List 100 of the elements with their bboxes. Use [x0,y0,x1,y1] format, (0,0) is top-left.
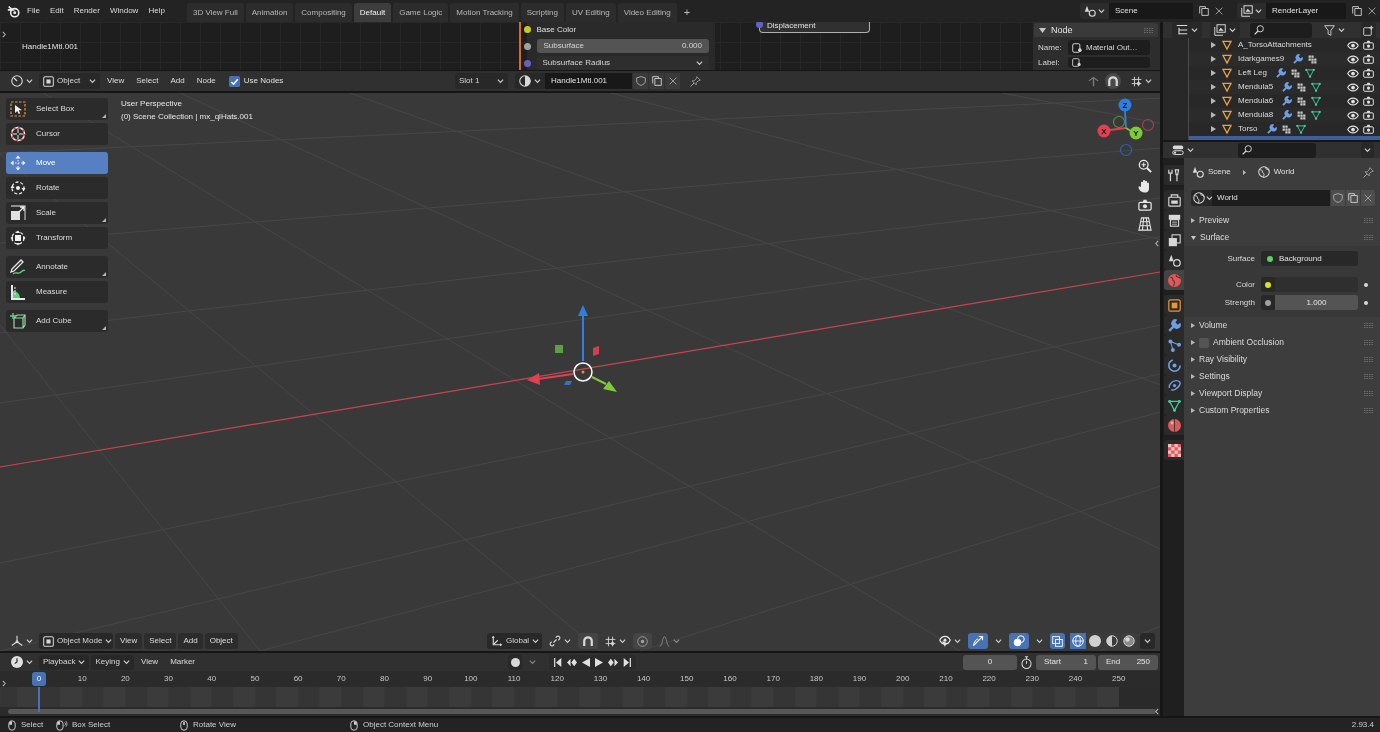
outliner-row[interactable]: Left Leg [1189,66,1380,80]
shading-mode-button[interactable] [1121,633,1137,649]
orientation-dropdown[interactable]: Global [487,633,542,649]
browse-button[interactable] [515,73,545,89]
browse-button[interactable] [1237,3,1266,19]
search-field[interactable] [1238,142,1316,158]
transform-gizmo[interactable] [527,305,617,392]
view-layer-field[interactable]: RenderLayer [1266,3,1346,19]
menu-item[interactable]: Window [104,2,144,20]
properties-tab[interactable] [1164,230,1184,250]
camera-icon[interactable] [1363,54,1374,64]
triangle-right-icon[interactable] [1211,84,1216,90]
object-type-dropdown[interactable]: Object [39,73,100,89]
browse-button[interactable] [1080,3,1109,19]
scene-field[interactable]: Scene [1109,3,1193,19]
workspace-tab[interactable]: Animation [245,3,294,22]
menu-item[interactable]: Select [131,73,164,89]
tool-button[interactable]: Annotate [6,256,108,278]
logo-icon[interactable] [7,4,20,18]
panel-title[interactable]: Ray Visibility [1199,355,1248,364]
close-icon[interactable] [1368,7,1376,15]
label-field[interactable] [1068,57,1150,68]
properties-tab[interactable] [1164,250,1184,270]
number-field[interactable]: 1.000 [1275,295,1358,310]
unlink-button[interactable] [665,73,680,89]
panel-title[interactable]: Settings [1199,372,1230,381]
menu-item[interactable]: Help [143,2,170,20]
panel-title[interactable]: Custom Properties [1199,406,1270,415]
menu-dropdown[interactable]: Playback [39,654,90,670]
triangle-right-icon[interactable] [1211,112,1216,118]
menu-item[interactable]: Select [144,633,177,649]
play-reverse-icon[interactable] [582,657,590,667]
shader-link-field[interactable]: Background [1261,251,1358,266]
triangle-right-icon[interactable] [1211,126,1216,132]
shading-mode-button[interactable] [1104,633,1120,649]
checkbox[interactable] [228,75,240,87]
properties-tab[interactable] [1164,295,1184,315]
proportional-editing-toggle[interactable] [633,633,652,649]
skip-end-icon[interactable] [623,657,631,667]
outliner-row[interactable]: A_TorsoAttachments [1189,38,1380,52]
triangle-right-icon[interactable] [1211,42,1216,48]
camera-icon[interactable] [1363,96,1374,106]
browse-button[interactable] [1191,190,1212,206]
shading-mode-button[interactable] [1070,633,1086,649]
menu-item[interactable]: Render [68,2,105,20]
keyframe-next-icon[interactable] [608,657,618,667]
panel-title[interactable]: Viewport Display [1199,389,1263,398]
shading-mode-button[interactable] [1087,633,1103,649]
tool-button[interactable]: Select Box [6,98,108,120]
menu-item[interactable]: View [102,73,130,89]
camera-icon[interactable] [1363,82,1374,92]
fake-user-button[interactable] [1331,190,1345,206]
duplicate-button[interactable] [649,73,664,89]
tool-button[interactable]: Move [6,152,108,174]
eye-icon[interactable] [1347,96,1359,106]
grid-icon[interactable] [1138,217,1152,231]
outliner-row[interactable]: Mendula6 [1189,94,1380,108]
camera-icon[interactable] [1363,110,1374,120]
workspace-tab[interactable]: Scripting [520,3,564,22]
menu-item[interactable]: File [22,2,45,20]
search-field[interactable] [1250,22,1312,38]
properties-tab[interactable] [1164,210,1184,230]
menu-item[interactable]: View [115,633,143,649]
display-mode-dropdown[interactable] [1172,22,1202,38]
zoom-icon[interactable] [1138,159,1152,173]
arrow-up-icon[interactable] [1088,75,1099,87]
xray-toggle[interactable] [1050,633,1065,649]
checkbox-label[interactable]: Use Nodes [243,77,284,85]
properties-tab[interactable] [1164,415,1184,435]
copy-icon[interactable] [1352,6,1362,16]
snap-toggle[interactable] [578,633,598,649]
socket-button[interactable] [1261,295,1275,310]
chevron-left-icon[interactable] [1155,708,1159,715]
tool-button[interactable]: Rotate [6,177,108,199]
chevron-left-icon[interactable] [1155,240,1159,247]
options-dropdown[interactable] [1361,142,1374,158]
properties-tab[interactable] [1164,165,1184,185]
triangle-right-icon[interactable] [1211,70,1216,76]
play-icon[interactable] [595,657,603,667]
material-field[interactable]: Handle1Mtl.001 [545,73,632,89]
panel-title[interactable]: Preview [1199,216,1230,225]
chevron-right-icon[interactable] [2,680,6,687]
eye-icon[interactable] [1347,40,1359,50]
tool-button[interactable]: Measure [6,281,108,303]
navigation-gizmo[interactable]: X Y Z [1096,98,1156,158]
name-field[interactable]: Material Out… [1068,40,1150,55]
workspace-tab[interactable]: UV Editing [565,3,616,22]
menu-dropdown[interactable]: Keying [91,654,134,670]
workspace-tab[interactable]: Compositing [295,3,352,22]
panel-title[interactable]: Surface [1200,233,1230,242]
properties-tab[interactable] [1164,190,1184,210]
tool-button[interactable]: Cursor [6,123,108,145]
menu-item[interactable]: Node [191,73,221,89]
view-filter-dropdown[interactable] [1210,22,1240,38]
panel-title[interactable]: Ambient Occlusion [1213,338,1284,347]
socket-button[interactable] [1261,277,1275,292]
dropdown-field[interactable]: Subsurface Radius [536,56,709,70]
current-frame-field[interactable]: 0 [963,654,1017,670]
world-field[interactable]: World [1212,190,1330,206]
start-frame-field[interactable]: Start 1 [1036,654,1096,670]
